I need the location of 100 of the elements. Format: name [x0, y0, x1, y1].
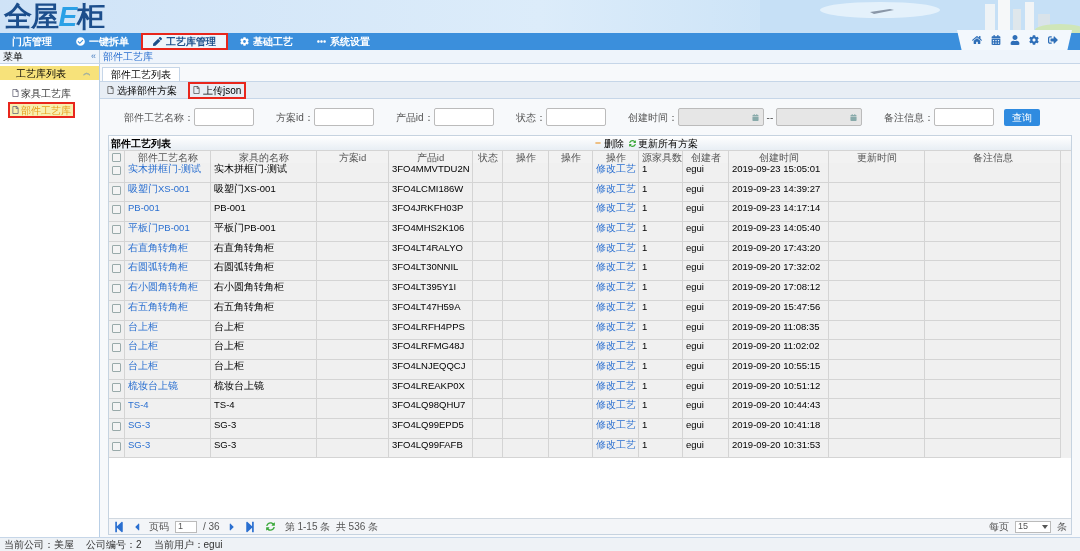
table-cell: egui — [683, 340, 729, 360]
name-link[interactable]: TS-4 — [128, 399, 149, 411]
edit-link[interactable]: 修改工艺 — [596, 438, 636, 450]
checkbox[interactable] — [112, 284, 121, 294]
checkbox[interactable] — [112, 225, 121, 235]
filter-field[interactable] — [934, 108, 995, 126]
filter-field[interactable] — [313, 108, 374, 126]
edit-link[interactable]: 修改工艺 — [596, 222, 636, 234]
section-header[interactable]: 工艺库列表 ︽ — [0, 66, 99, 80]
edit-link[interactable]: 修改工艺 — [596, 241, 636, 253]
first-page-icon[interactable] — [113, 520, 125, 533]
nav-tab[interactable]: 门店管理 — [0, 33, 64, 50]
name-link[interactable]: 平板门PB-001 — [128, 222, 190, 234]
toolbar-button[interactable]: 选择部件方案 — [102, 81, 182, 99]
file-icon — [107, 86, 114, 94]
refresh-icon[interactable] — [265, 522, 275, 531]
edit-link[interactable]: 修改工艺 — [596, 202, 636, 214]
edit-link[interactable]: 修改工艺 — [596, 418, 636, 430]
edit-link[interactable]: 修改工艺 — [596, 182, 636, 194]
filter-field[interactable] — [545, 108, 606, 126]
checkbox[interactable] — [112, 441, 121, 451]
table-cell — [473, 418, 503, 439]
name-link[interactable]: 右小圆角转角柜 — [128, 281, 198, 293]
name-link[interactable]: 实木拼框门-测试 — [128, 163, 202, 174]
checkbox[interactable] — [112, 402, 121, 412]
search-button[interactable]: 查询 — [1004, 108, 1041, 126]
name-link[interactable]: 右直角转角柜 — [128, 241, 188, 253]
table-cell: 1 — [639, 222, 683, 242]
table-cell — [503, 163, 549, 183]
checkbox[interactable] — [112, 205, 121, 215]
name-link[interactable]: 吸塑门XS-001 — [128, 182, 190, 194]
table-cell — [503, 222, 549, 242]
edit-link[interactable]: 修改工艺 — [596, 379, 636, 391]
table-cell: 2019-09-23 14:05:40 — [729, 222, 829, 242]
name-link[interactable]: 台上柜 — [128, 340, 158, 352]
checkbox[interactable] — [112, 303, 121, 313]
table-cell — [473, 399, 503, 419]
filter-field[interactable] — [194, 108, 254, 126]
name-link[interactable]: 台上柜 — [128, 320, 158, 332]
table-cell — [317, 359, 389, 380]
date-field[interactable] — [677, 108, 764, 126]
table-cell: 1 — [639, 418, 683, 439]
update-button[interactable]: 更新所有方案 — [629, 135, 698, 151]
name-link[interactable]: 右五角转角柜 — [128, 300, 188, 312]
edit-link[interactable]: 修改工艺 — [596, 163, 636, 174]
edit-link[interactable]: 修改工艺 — [596, 340, 636, 352]
table-cell: 3FO4LT395Y1I — [389, 281, 473, 301]
file-icon — [12, 89, 19, 97]
edit-link[interactable]: 修改工艺 — [596, 300, 636, 312]
checkbox[interactable] — [112, 382, 121, 392]
filter-field[interactable] — [433, 108, 494, 126]
checkbox[interactable] — [112, 421, 121, 431]
table-cell: 2019-09-23 15:05:01 — [729, 163, 829, 183]
checkbox[interactable] — [112, 153, 121, 162]
settings-icon[interactable] — [1028, 35, 1039, 45]
edit-link[interactable]: 修改工艺 — [596, 281, 636, 293]
filter-label: 创建时间： — [627, 110, 678, 125]
last-page-icon[interactable] — [243, 520, 256, 533]
name-link[interactable]: 右圆弧转角柜 — [128, 261, 188, 273]
edit-link[interactable]: 修改工艺 — [596, 320, 636, 332]
table-cell — [317, 163, 389, 183]
filter-label: 方案id： — [276, 110, 314, 125]
toolbar-button[interactable]: 上传json — [188, 81, 247, 99]
nav-tab[interactable]: 一键拆单 — [64, 33, 141, 50]
checkbox[interactable] — [112, 343, 121, 353]
table-cell: 3FO4MHS2K106 — [389, 222, 473, 242]
page-field[interactable]: 1 — [175, 520, 197, 533]
table-cell: 1 — [639, 438, 683, 459]
dots-icon — [317, 37, 326, 46]
home-icon[interactable] — [971, 35, 982, 45]
table-cell: egui — [683, 281, 729, 301]
name-link[interactable]: SG-3 — [128, 438, 151, 450]
checkbox[interactable] — [112, 166, 121, 175]
edit-link[interactable]: 修改工艺 — [596, 359, 636, 371]
name-link[interactable]: PB-001 — [128, 202, 160, 214]
date-field[interactable] — [776, 108, 863, 126]
delete-button[interactable]: 删除 — [594, 135, 624, 151]
checkbox[interactable] — [112, 185, 121, 195]
per-page-select[interactable]: 15 — [1015, 520, 1051, 533]
checkbox[interactable] — [112, 244, 121, 254]
name-link[interactable]: 台上柜 — [128, 359, 158, 371]
collapse-button[interactable]: « — [91, 49, 96, 64]
nav-tab[interactable]: 工艺库管理 — [141, 33, 228, 50]
tab[interactable]: 部件工艺列表 — [102, 67, 180, 81]
nav-tab[interactable]: 基础工艺 — [228, 33, 305, 50]
table-cell — [473, 340, 503, 360]
checkbox[interactable] — [112, 362, 121, 372]
edit-link[interactable]: 修改工艺 — [596, 261, 636, 273]
sidebar-item[interactable]: 家具工艺库 — [8, 85, 75, 101]
edit-link[interactable]: 修改工艺 — [596, 399, 636, 411]
checkbox[interactable] — [112, 323, 121, 333]
logout-icon[interactable] — [1047, 35, 1058, 45]
table-cell: egui — [683, 438, 729, 459]
collapse-toggle[interactable]: ︽ — [83, 67, 91, 79]
checkbox[interactable] — [112, 264, 121, 274]
name-link[interactable]: 梳妆台上镜 — [128, 379, 178, 391]
nav-tab[interactable]: 系统设置 — [305, 33, 382, 50]
calendar-icon[interactable] — [990, 35, 1001, 45]
user-icon[interactable] — [1009, 35, 1020, 45]
name-link[interactable]: SG-3 — [128, 418, 151, 430]
